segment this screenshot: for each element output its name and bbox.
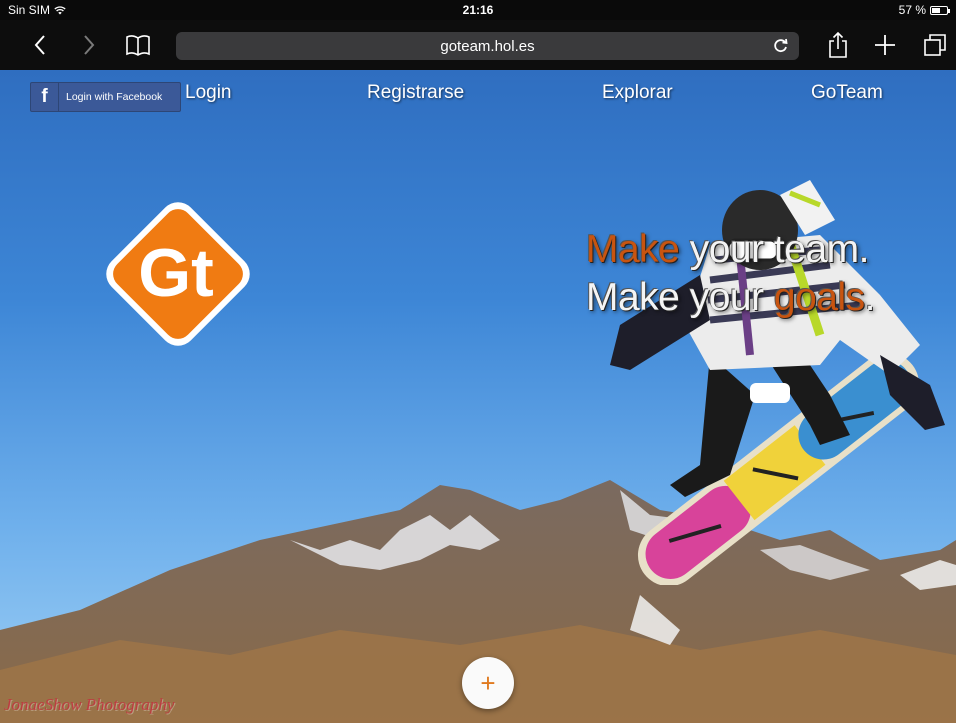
tagline-line1-rest: your team.	[679, 228, 870, 271]
tagline-accent-make: Make	[586, 228, 680, 271]
logo-text: Gt	[138, 235, 214, 311]
chevron-right-icon	[84, 35, 95, 55]
address-bar[interactable]: goteam.hol.es	[176, 32, 799, 60]
tagline-line-2: Make your goals.	[586, 274, 876, 322]
reload-icon[interactable]	[771, 36, 791, 56]
tagline-line2-end: .	[864, 276, 876, 319]
facebook-login-button[interactable]: f Login with Facebook	[30, 82, 181, 112]
plus-icon	[875, 35, 895, 55]
nav-explorar[interactable]: Explorar	[602, 82, 673, 104]
status-time: 21:16	[462, 3, 494, 17]
new-tab-button[interactable]	[870, 30, 900, 60]
page-content: f Login with Facebook Login Registrarse …	[0, 70, 956, 723]
chevron-left-icon	[34, 35, 45, 55]
book-icon	[126, 35, 150, 56]
share-icon	[829, 31, 847, 58]
photo-watermark: JonaeShow Photography	[4, 695, 175, 714]
hero-tagline: Make your team. Make your goals.	[586, 226, 876, 322]
nav-login[interactable]: Login	[185, 82, 232, 104]
tabs-icon	[924, 34, 946, 56]
tagline-line2-start: Make your	[586, 276, 774, 319]
url-text: goteam.hol.es	[440, 38, 535, 55]
nav-goteam[interactable]: GoTeam	[811, 82, 883, 104]
bookmarks-button[interactable]	[123, 30, 153, 60]
status-bar: Sin SIM 21:16 57 %	[0, 0, 956, 20]
forward-button[interactable]	[74, 30, 104, 60]
tabs-button[interactable]	[920, 30, 950, 60]
browser-toolbar: goteam.hol.es	[0, 20, 956, 70]
goteam-logo: Gt	[106, 202, 250, 346]
share-button[interactable]	[823, 30, 853, 60]
battery-percent: 57 %	[898, 3, 926, 17]
battery-fill	[932, 7, 940, 13]
battery-icon	[930, 5, 950, 15]
nav-registrarse[interactable]: Registrarse	[367, 82, 464, 104]
add-button[interactable]: +	[462, 657, 514, 709]
tagline-accent-goals: goals	[773, 276, 865, 319]
back-button[interactable]	[25, 30, 55, 60]
facebook-login-label: Login with Facebook	[66, 91, 163, 103]
tagline-line-1: Make your team.	[586, 226, 875, 274]
snowboarder-image	[610, 180, 945, 585]
battery-area: 57 %	[898, 3, 950, 17]
facebook-icon: f	[31, 83, 59, 111]
